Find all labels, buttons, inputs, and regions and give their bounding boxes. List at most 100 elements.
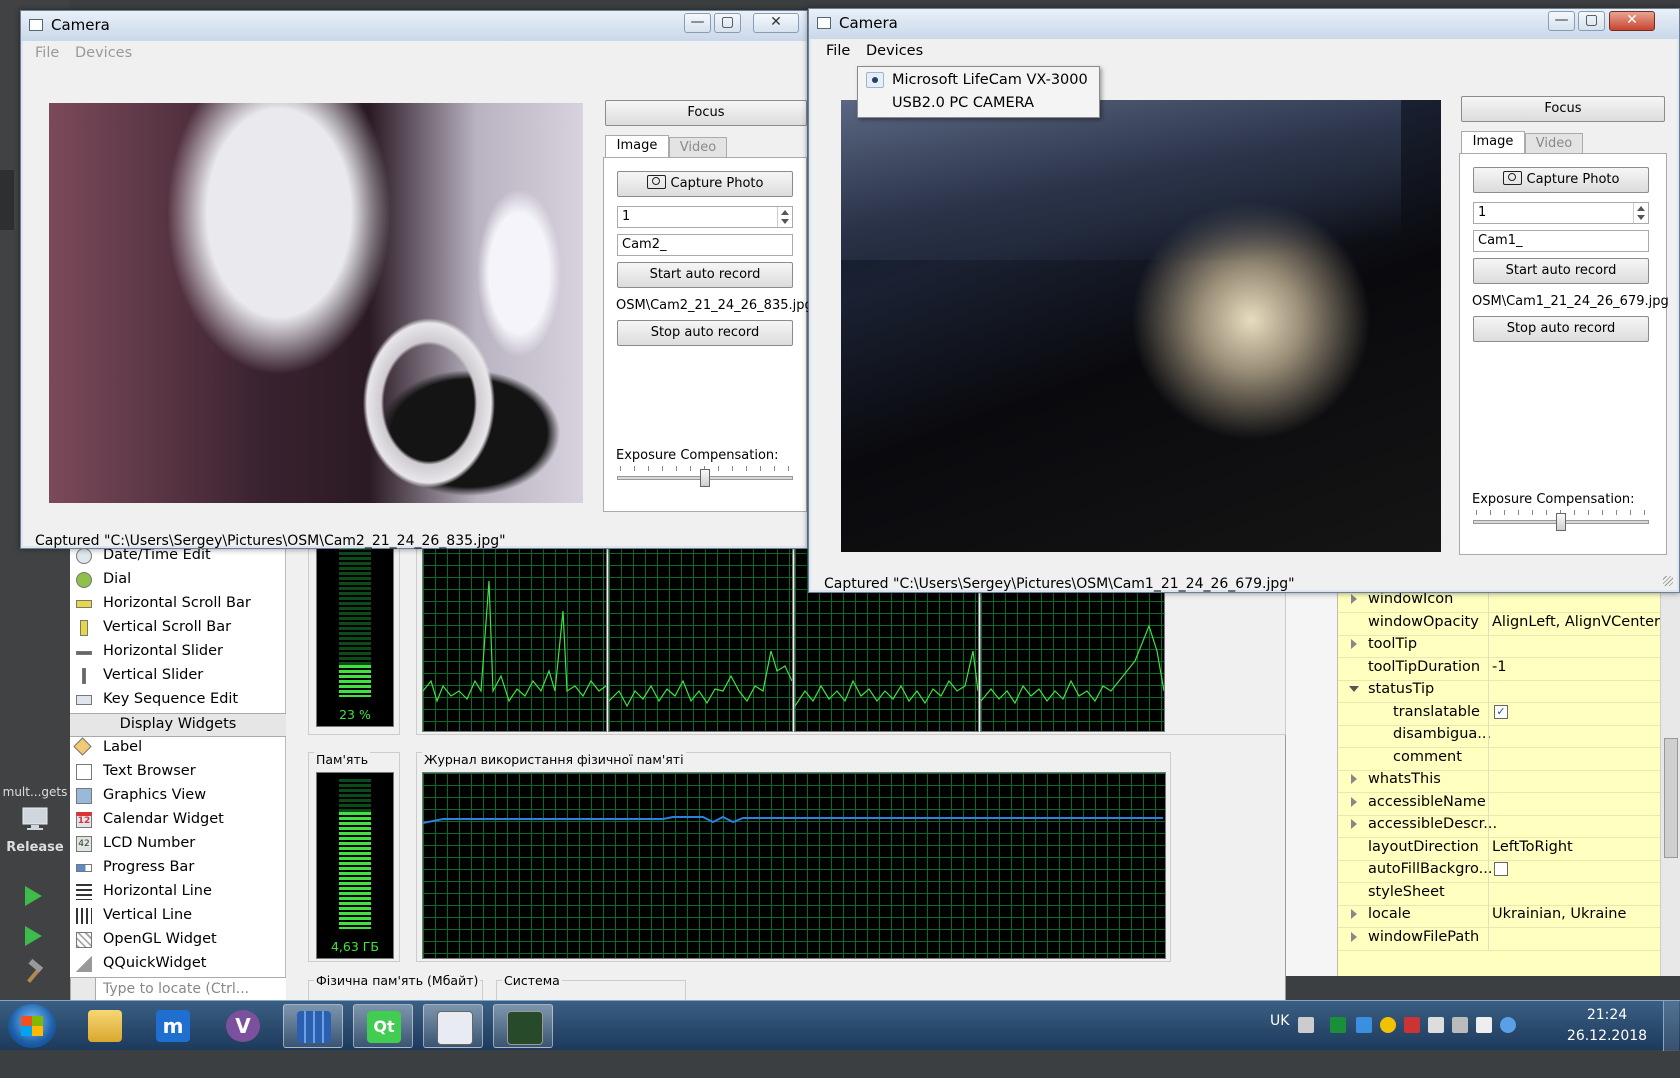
tray-alert-icon[interactable] xyxy=(1404,1017,1420,1033)
menu-file[interactable]: File xyxy=(35,45,59,61)
file-prefix-field[interactable]: Cam2_ xyxy=(617,234,793,256)
keyboard-icon[interactable] xyxy=(1298,1017,1314,1033)
taskbar-maxthon[interactable]: m xyxy=(143,1004,203,1048)
maximize-button[interactable]: ▢ xyxy=(1578,11,1605,31)
widget-horizontal-slider[interactable]: Horizontal Slider xyxy=(70,641,286,665)
widget-box-view-toggle[interactable] xyxy=(70,977,96,1001)
widget-calendar[interactable]: 12 Calendar Widget xyxy=(70,809,286,833)
menu-file[interactable]: File xyxy=(826,43,850,59)
exposure-slider-handle[interactable] xyxy=(1556,513,1566,531)
widget-key-sequence-edit[interactable]: Key Sequence Edit xyxy=(70,689,286,713)
property-value[interactable]: LeftToRight xyxy=(1492,839,1573,855)
collapsed-arrow-icon[interactable] xyxy=(1351,909,1357,919)
kit-selector-label[interactable]: mult...gets xyxy=(0,785,70,799)
tab-image[interactable]: Image xyxy=(605,135,669,158)
language-indicator[interactable]: UK xyxy=(1270,1013,1289,1063)
widget-label-item[interactable]: Label xyxy=(70,737,286,761)
category-display-widgets[interactable]: Display Widgets xyxy=(70,713,286,737)
debug-run-icon[interactable] xyxy=(25,926,42,946)
property-row[interactable]: windowOpacity AlignLeft, AlignVCenter xyxy=(1338,610,1660,636)
dropbox-icon[interactable] xyxy=(1356,1017,1372,1033)
device-item-lifecam[interactable]: Microsoft LifeCam VX-3000 xyxy=(858,69,1099,91)
property-row[interactable]: toolTipDuration -1 xyxy=(1338,655,1660,681)
collapsed-arrow-icon[interactable] xyxy=(1351,594,1357,604)
widget-progress-bar[interactable]: Progress Bar xyxy=(70,857,286,881)
property-row[interactable]: accessibleName xyxy=(1338,790,1660,816)
collapsed-arrow-icon[interactable] xyxy=(1351,796,1357,807)
taskbar-task-manager[interactable] xyxy=(493,1004,553,1048)
property-row[interactable]: locale Ukrainian, Ukraine xyxy=(1338,903,1660,928)
volume-icon[interactable] xyxy=(1476,1017,1492,1033)
property-row[interactable]: styleSheet xyxy=(1338,880,1660,906)
start-auto-record-button[interactable]: Start auto record xyxy=(1473,258,1649,284)
capture-photo-button[interactable]: Capture Photo xyxy=(617,171,793,197)
flag-icon[interactable] xyxy=(1428,1017,1444,1033)
property-checkbox[interactable] xyxy=(1494,862,1508,876)
monitor-icon[interactable] xyxy=(0,806,70,836)
build-hammer-icon[interactable] xyxy=(0,958,70,990)
start-button[interactable] xyxy=(8,1004,56,1048)
collapsed-arrow-icon[interactable] xyxy=(1351,931,1357,942)
tray-plus-icon[interactable] xyxy=(1380,1017,1396,1033)
device-item-usb-camera[interactable]: USB2.0 PC CAMERA xyxy=(858,92,1099,114)
property-row[interactable]: disambigua... xyxy=(1338,723,1660,748)
collapsed-arrow-icon[interactable] xyxy=(1351,639,1357,649)
close-button[interactable]: ✕ xyxy=(753,13,799,33)
property-row[interactable]: autoFillBackgro... xyxy=(1338,858,1660,883)
exposure-slider-handle[interactable] xyxy=(700,469,710,487)
maximize-button[interactable]: ▢ xyxy=(714,13,741,33)
photo-count-spinbox[interactable]: 1 xyxy=(617,206,793,228)
spin-arrows[interactable] xyxy=(777,207,792,227)
property-row[interactable]: accessibleDescr... xyxy=(1338,813,1660,838)
property-row[interactable]: layoutDirection LeftToRight xyxy=(1338,835,1660,861)
taskbar-camera-app[interactable] xyxy=(423,1004,483,1048)
close-button[interactable]: ✕ xyxy=(1609,11,1655,31)
focus-button[interactable]: Focus xyxy=(605,100,807,126)
tab-video[interactable]: Video xyxy=(669,137,727,159)
widget-graphics-view[interactable]: Graphics View xyxy=(70,785,286,809)
widget-text-browser[interactable]: Text Browser xyxy=(70,761,286,785)
scrollbar-thumb[interactable] xyxy=(1664,738,1678,858)
run-icon[interactable] xyxy=(25,886,42,906)
tray-app-icon[interactable] xyxy=(1330,1017,1346,1033)
collapsed-arrow-icon[interactable] xyxy=(1351,819,1357,829)
tab-video[interactable]: Video xyxy=(1525,133,1583,155)
property-row[interactable]: comment xyxy=(1338,745,1660,771)
menu-devices[interactable]: Devices xyxy=(866,43,923,59)
widget-lcd-number[interactable]: 42 LCD Number xyxy=(70,833,286,857)
property-row[interactable]: statusTip xyxy=(1338,678,1660,703)
expanded-arrow-icon[interactable] xyxy=(1349,686,1359,692)
property-row[interactable]: whatsThis xyxy=(1338,768,1660,793)
spin-arrows[interactable] xyxy=(1633,203,1648,223)
show-desktop-button[interactable] xyxy=(1663,1001,1679,1051)
photo-count-spinbox[interactable]: 1 xyxy=(1473,202,1649,224)
property-value[interactable]: Ukrainian, Ukraine xyxy=(1492,906,1626,922)
start-auto-record-button[interactable]: Start auto record xyxy=(617,262,793,288)
widget-dial[interactable]: Dial xyxy=(70,569,286,593)
taskbar-viber[interactable]: V xyxy=(213,1004,273,1048)
widget-opengl[interactable]: OpenGL Widget xyxy=(70,929,286,953)
minimize-button[interactable]: — xyxy=(684,13,711,33)
property-checkbox[interactable]: ✓ xyxy=(1494,704,1508,719)
tab-image[interactable]: Image xyxy=(1461,131,1525,154)
minimize-button[interactable]: — xyxy=(1548,11,1575,31)
widget-vertical-slider[interactable]: Vertical Slider xyxy=(70,665,286,689)
stop-auto-record-button[interactable]: Stop auto record xyxy=(1473,316,1649,342)
widget-qquickwidget[interactable]: QQuickWidget xyxy=(70,953,286,977)
title-bar[interactable]: Camera — ▢ ✕ xyxy=(21,11,807,41)
taskbar-qt-creator[interactable]: Qt xyxy=(353,1004,413,1048)
widget-horizontal-scroll-bar[interactable]: Horizontal Scroll Bar xyxy=(70,593,286,617)
taskbar-explorer[interactable] xyxy=(75,1004,135,1048)
property-row[interactable]: toolTip xyxy=(1338,633,1660,658)
network-icon[interactable] xyxy=(1452,1017,1468,1033)
focus-button[interactable]: Focus xyxy=(1461,96,1665,122)
property-value[interactable]: AlignLeft, AlignVCenter xyxy=(1492,614,1660,630)
capture-photo-button[interactable]: Capture Photo xyxy=(1473,167,1649,193)
widget-horizontal-line[interactable]: Horizontal Line xyxy=(70,881,286,905)
property-value[interactable]: -1 xyxy=(1492,659,1506,675)
clock-date[interactable]: 26.12.2018 xyxy=(1562,1028,1652,1078)
stop-auto-record-button[interactable]: Stop auto record xyxy=(617,320,793,346)
property-row[interactable]: windowFilePath xyxy=(1338,925,1660,951)
widget-vertical-line[interactable]: Vertical Line xyxy=(70,905,286,929)
widget-filter-input[interactable]: Type to locate (Ctrl... xyxy=(70,977,286,1001)
